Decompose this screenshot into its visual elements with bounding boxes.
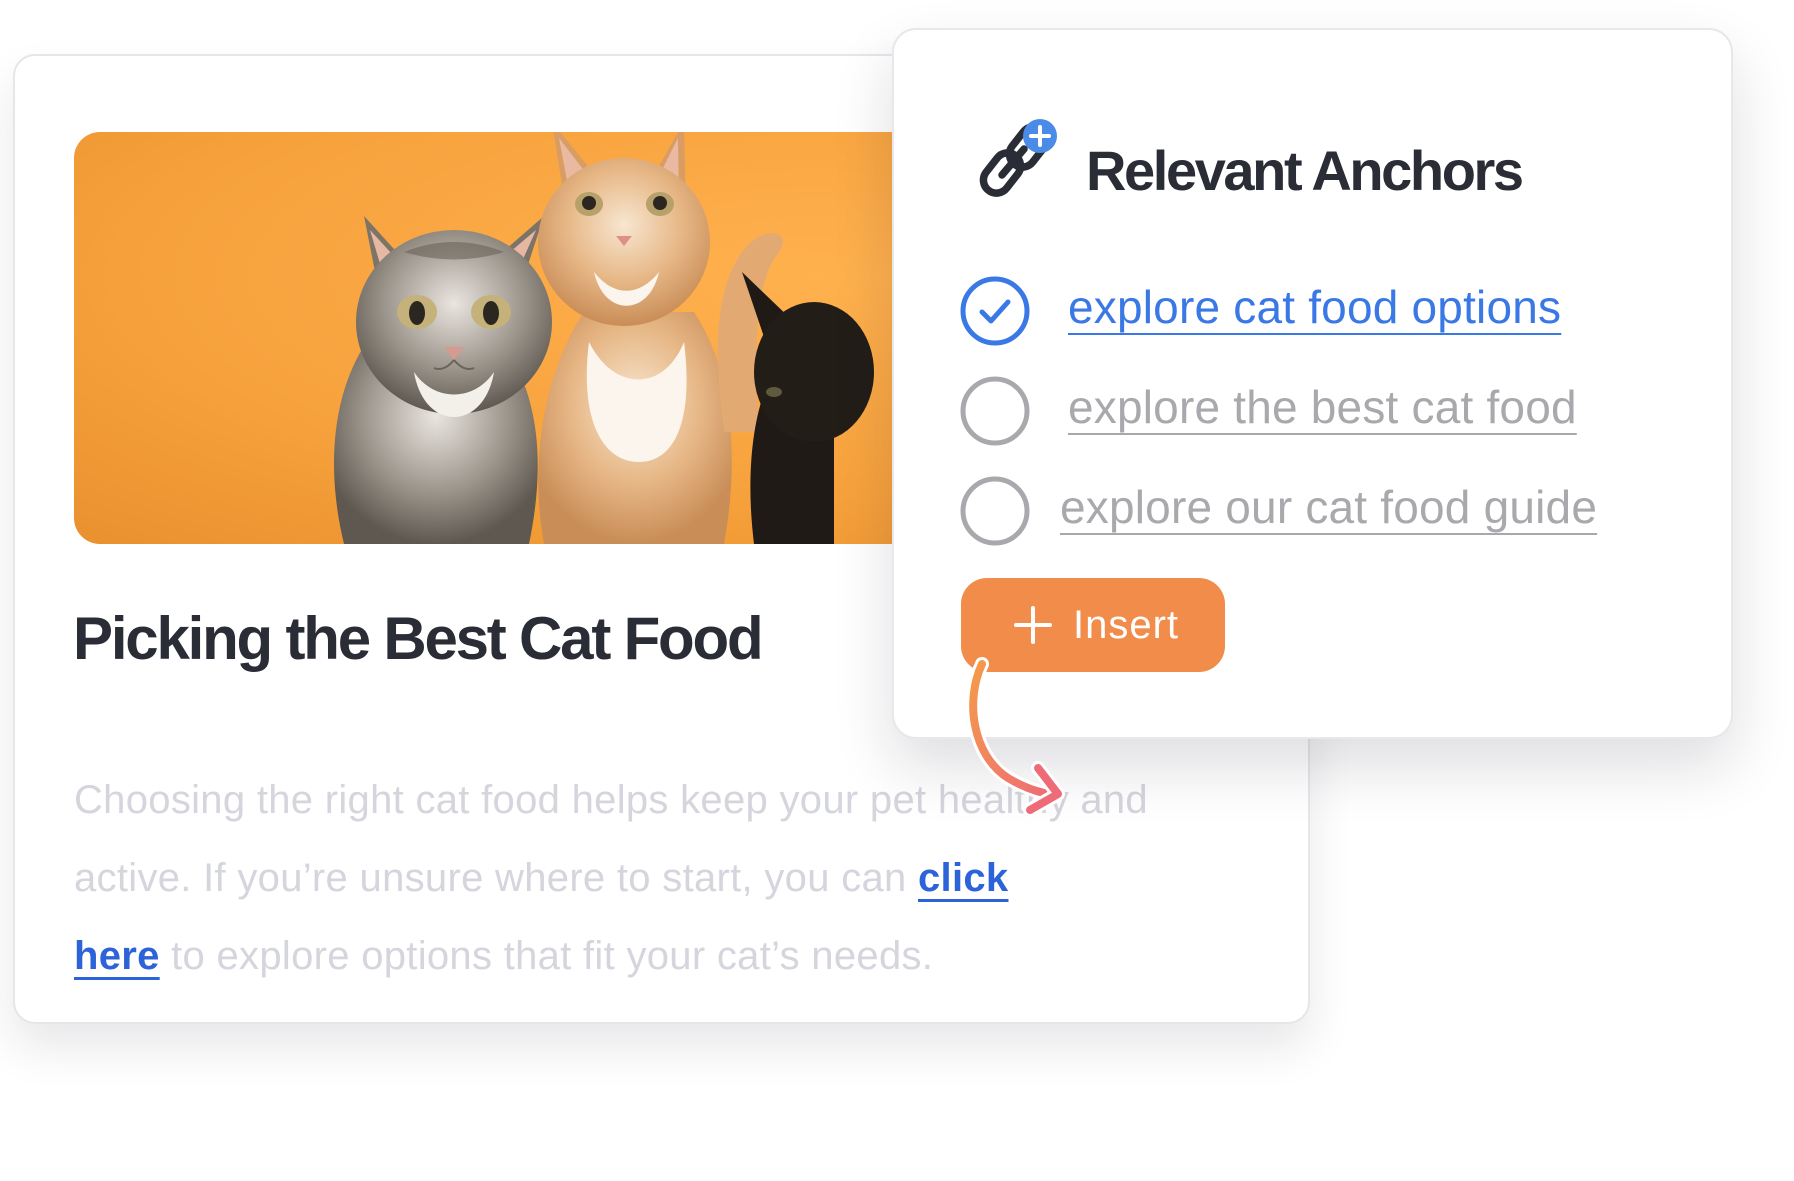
plus-icon <box>1013 606 1052 644</box>
link-add-icon <box>962 102 1062 214</box>
anchor-option-2[interactable]: explore the best cat food <box>960 376 1700 446</box>
body-text-after: to explore options that fit your cat’s n… <box>159 934 934 978</box>
inline-link-click[interactable]: click <box>918 856 1008 900</box>
anchor-option-label: explore our cat food guide <box>1060 481 1598 533</box>
radio-unchecked-icon[interactable] <box>960 376 1030 446</box>
article-title: Picking the Best Cat Food <box>73 605 764 672</box>
anchor-option-label: explore the best cat food <box>1068 381 1577 433</box>
anchor-option-label: explore cat food options <box>1068 281 1562 333</box>
insert-button[interactable]: Insert <box>961 578 1225 672</box>
relevant-anchors-panel: Relevant Anchors explore cat food option… <box>892 28 1733 739</box>
panel-title: Relevant Anchors <box>1086 139 1524 202</box>
radio-unchecked-icon[interactable] <box>960 476 1030 546</box>
anchor-option-3[interactable]: explore our cat food guide <box>960 476 1700 546</box>
radio-checked-icon[interactable] <box>960 276 1030 346</box>
article-body: Choosing the right cat food helps keep y… <box>74 761 1224 995</box>
anchor-option-1[interactable]: explore cat food options <box>960 276 1700 346</box>
insert-button-label: Insert <box>1072 602 1180 647</box>
inline-link-here[interactable]: here <box>74 934 160 978</box>
